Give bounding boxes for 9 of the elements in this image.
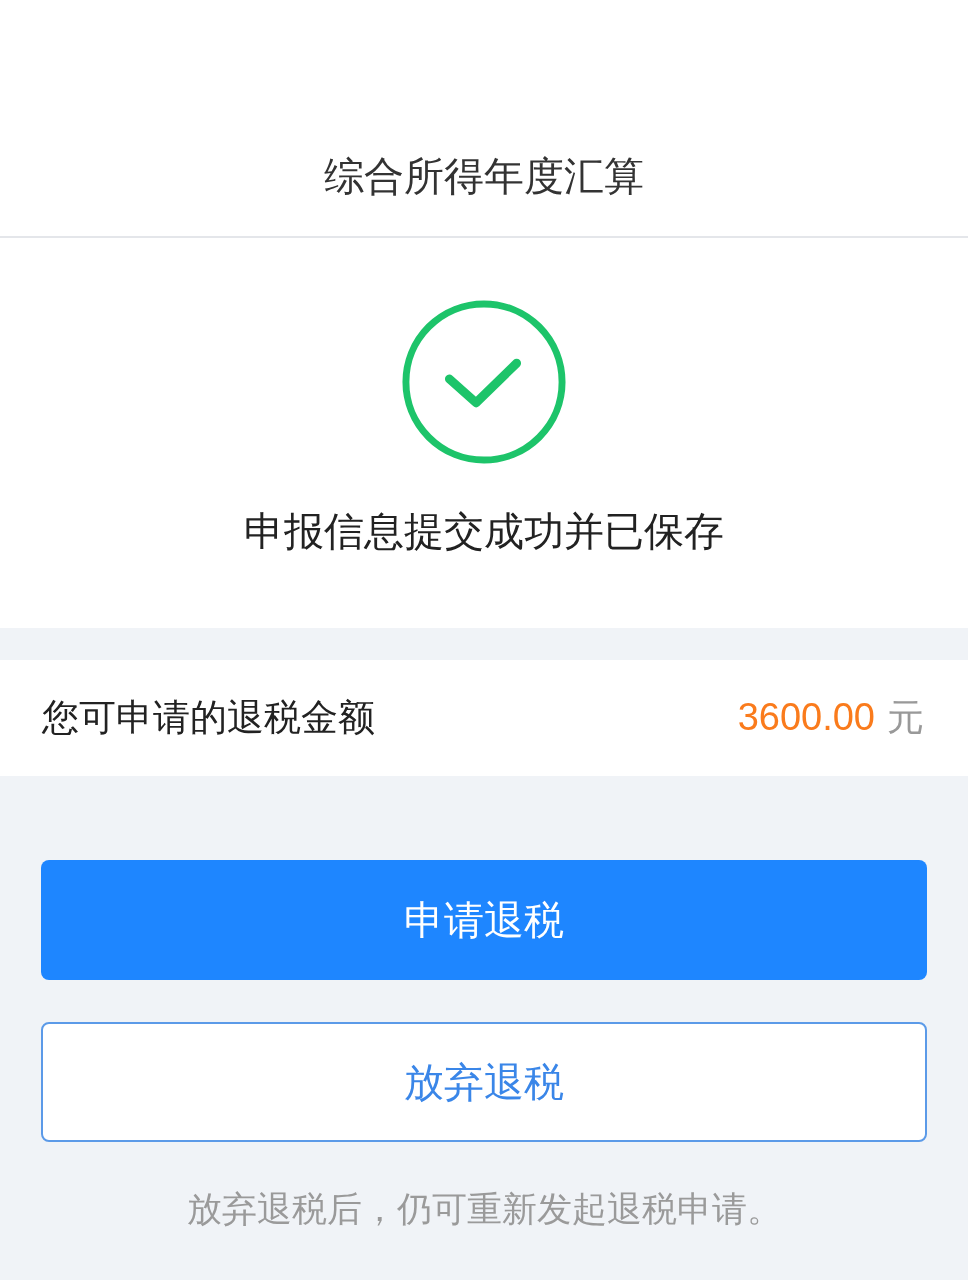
currency-unit: 元 <box>887 695 924 741</box>
page-title: 综合所得年度汇算 <box>324 152 644 201</box>
success-check-icon <box>400 298 568 466</box>
success-message: 申报信息提交成功并已保存 <box>244 507 724 556</box>
refund-label: 您可申请的退税金额 <box>42 695 375 741</box>
apply-refund-button[interactable]: 申请退税 <box>41 860 927 980</box>
refund-amount: 3600.00 <box>737 696 875 739</box>
decline-refund-button[interactable]: 放弃退税 <box>41 1022 927 1142</box>
hint-text: 放弃退税后，仍可重新发起退税申请。 <box>186 1188 782 1231</box>
